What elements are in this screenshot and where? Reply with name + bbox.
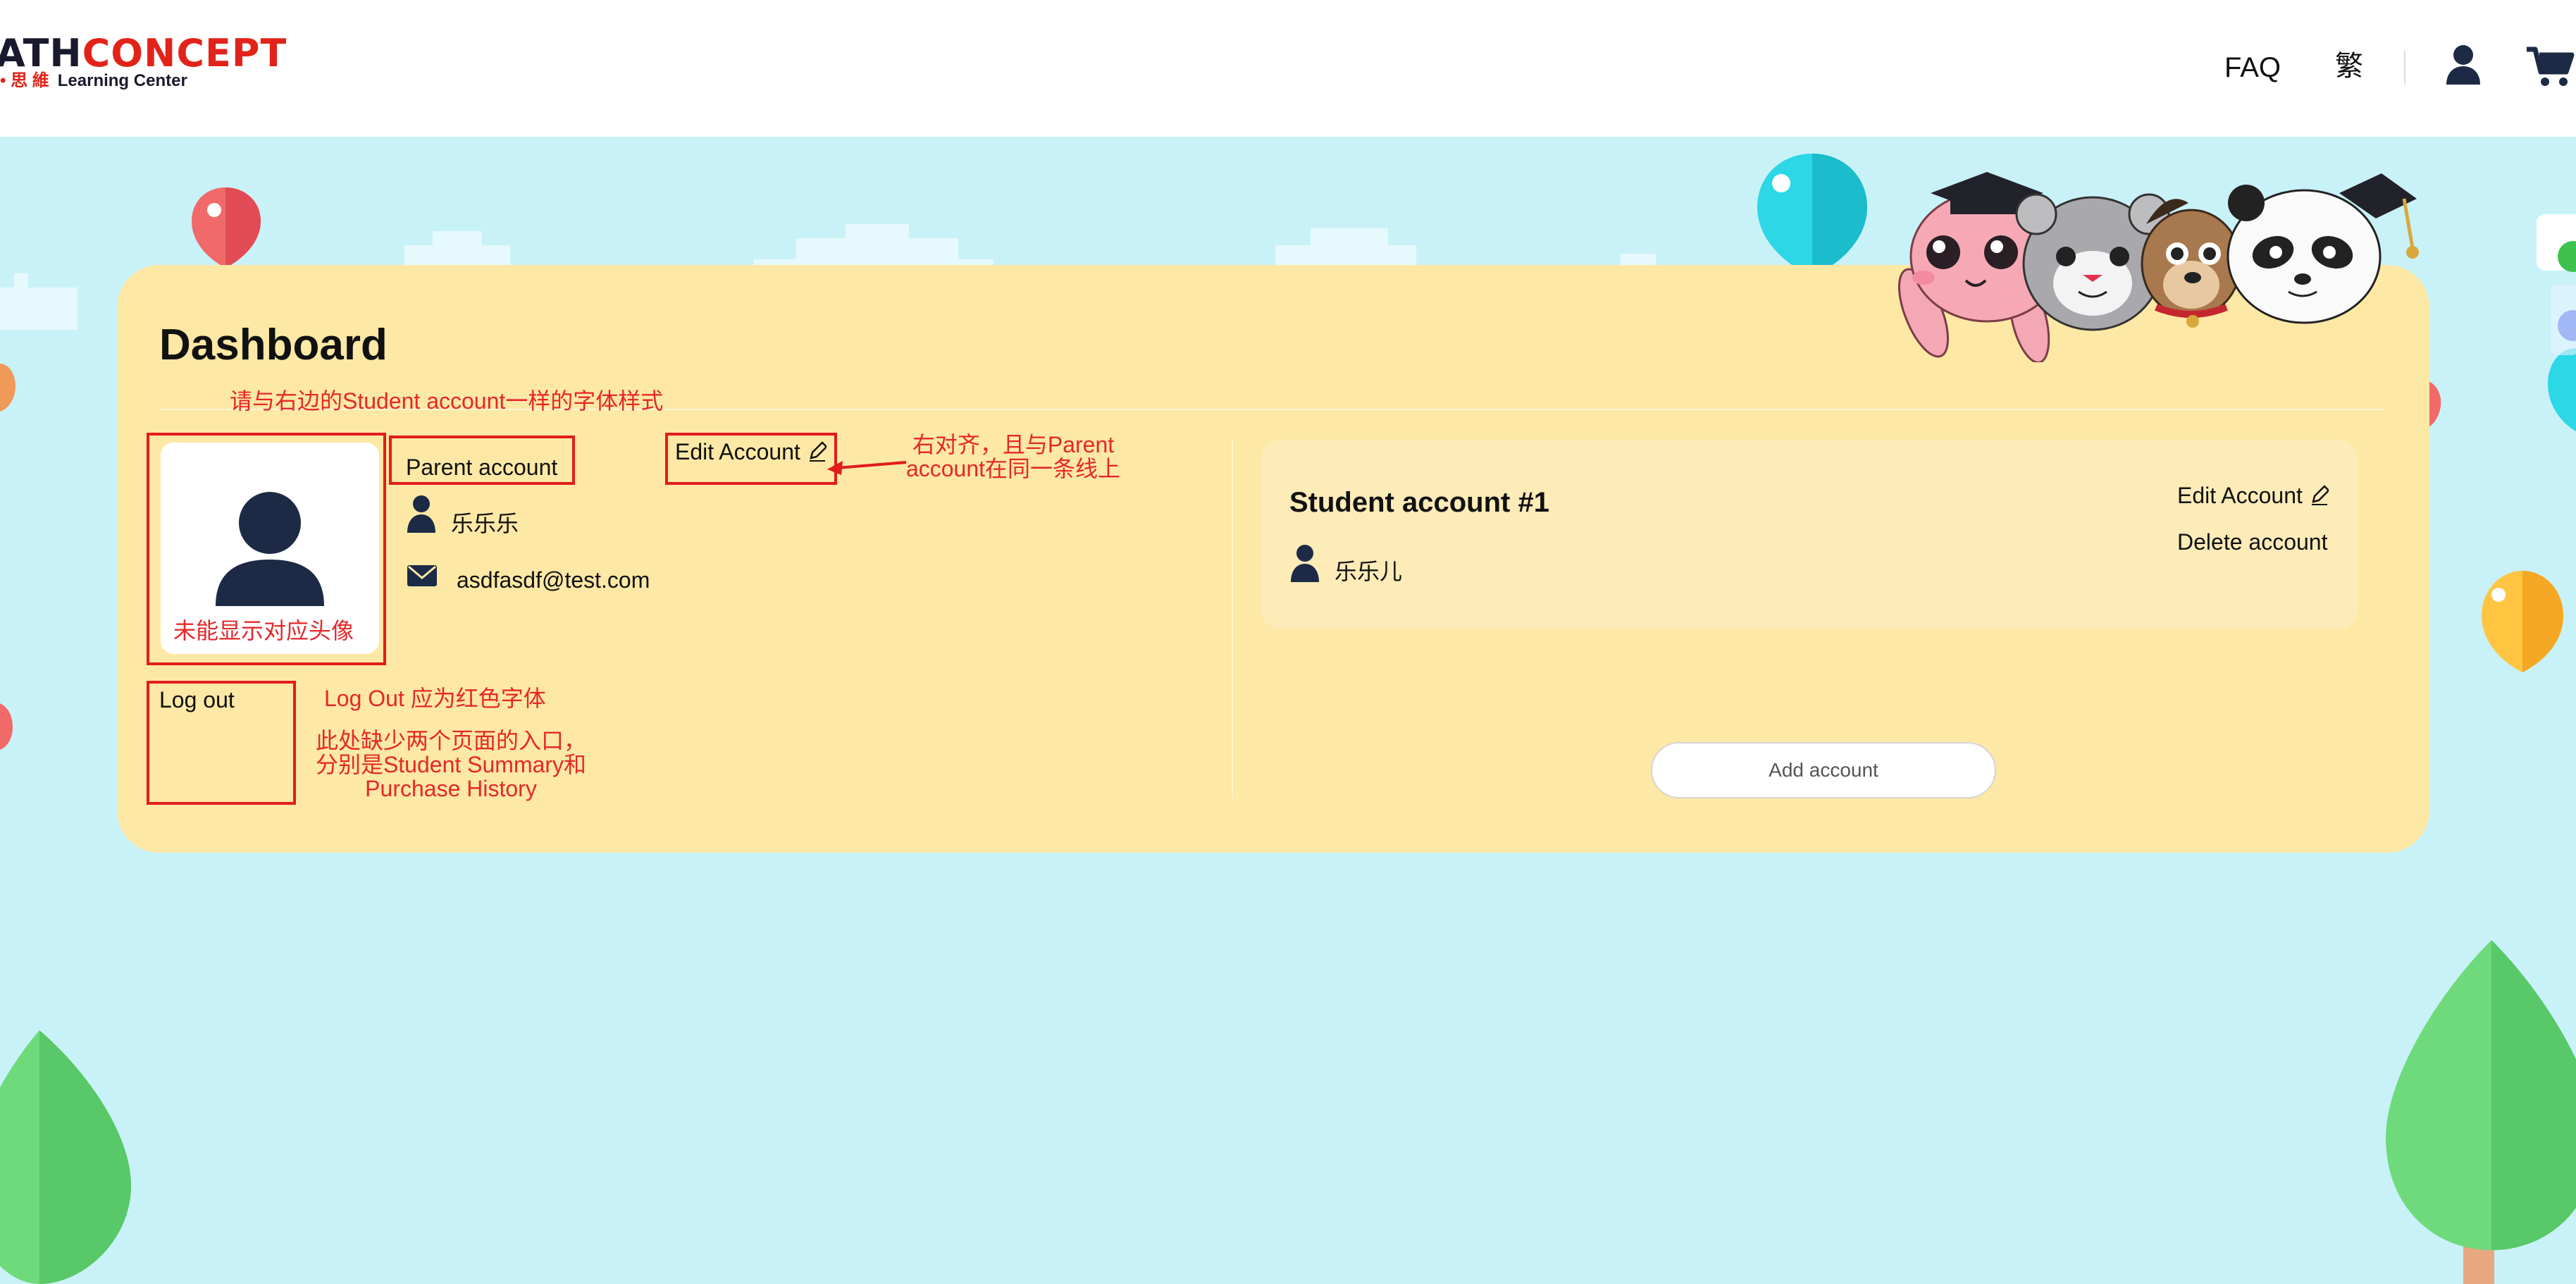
student-edit-account-label: Edit Account xyxy=(2177,483,2303,508)
student-name: 乐乐儿 xyxy=(1335,559,1403,584)
annotation-box-parent-heading xyxy=(389,436,575,485)
nav-language-toggle[interactable]: 繁 xyxy=(2335,49,2363,83)
nav-faq-link[interactable]: FAQ xyxy=(2224,51,2281,85)
panda-mascot xyxy=(2227,173,2419,324)
add-account-button[interactable]: Add account xyxy=(1651,742,1996,798)
pencil-icon xyxy=(2311,485,2329,505)
brand-logo[interactable]: ATHCONCEPT • 思 維 Learning Center xyxy=(0,32,286,97)
person-icon xyxy=(407,495,435,533)
parent-name: 乐乐乐 xyxy=(451,511,519,536)
annotation-box-edit-account xyxy=(665,433,837,485)
tree-left xyxy=(0,1030,131,1284)
student-delete-account-link[interactable]: Delete account xyxy=(2177,529,2327,555)
column-divider xyxy=(1232,440,1233,798)
dog-mascot xyxy=(2141,199,2242,328)
balloon-yellow xyxy=(2482,571,2563,672)
parent-email: asdfasdf@test.com xyxy=(457,567,650,593)
tree-right xyxy=(2386,940,2576,1284)
site-header: ATHCONCEPT • 思 維 Learning Center FAQ 繁 xyxy=(0,0,2576,137)
annotation-arrow xyxy=(827,461,907,475)
annotation-font-style-note: 请与右边的Student account一样的字体样式 xyxy=(230,388,664,414)
mail-icon xyxy=(407,565,437,586)
annotation-missing-pages-note: 此处缺少两个页面的入口， 分别是Student Summary和 Purchas… xyxy=(315,728,587,801)
annotation-logout-note: Log Out 应为红色字体 xyxy=(324,686,546,711)
annotation-box-logout xyxy=(147,681,296,805)
user-icon[interactable] xyxy=(2442,44,2484,89)
balloon-cyan xyxy=(1757,154,1867,276)
page-title: Dashboard xyxy=(159,321,388,369)
mascot-group-illustration xyxy=(1897,172,2419,362)
student-edit-account-link[interactable]: Edit Account xyxy=(2177,482,2329,509)
cart-icon[interactable] xyxy=(2525,44,2576,89)
person-icon xyxy=(1291,545,1319,582)
logo-wordmark: ATHCONCEPT xyxy=(0,31,287,75)
logo-subtitle: • 思 維 Learning Center xyxy=(0,71,187,90)
balloon-red-left xyxy=(192,187,261,275)
student-account-heading: Student account #1 xyxy=(1289,487,1549,518)
annotation-avatar-note: 未能显示对应头像 xyxy=(173,618,354,643)
nav-divider xyxy=(2404,51,2405,85)
annotation-align-note: 右对齐，且与Parent account在同一条线上 xyxy=(905,432,1121,481)
